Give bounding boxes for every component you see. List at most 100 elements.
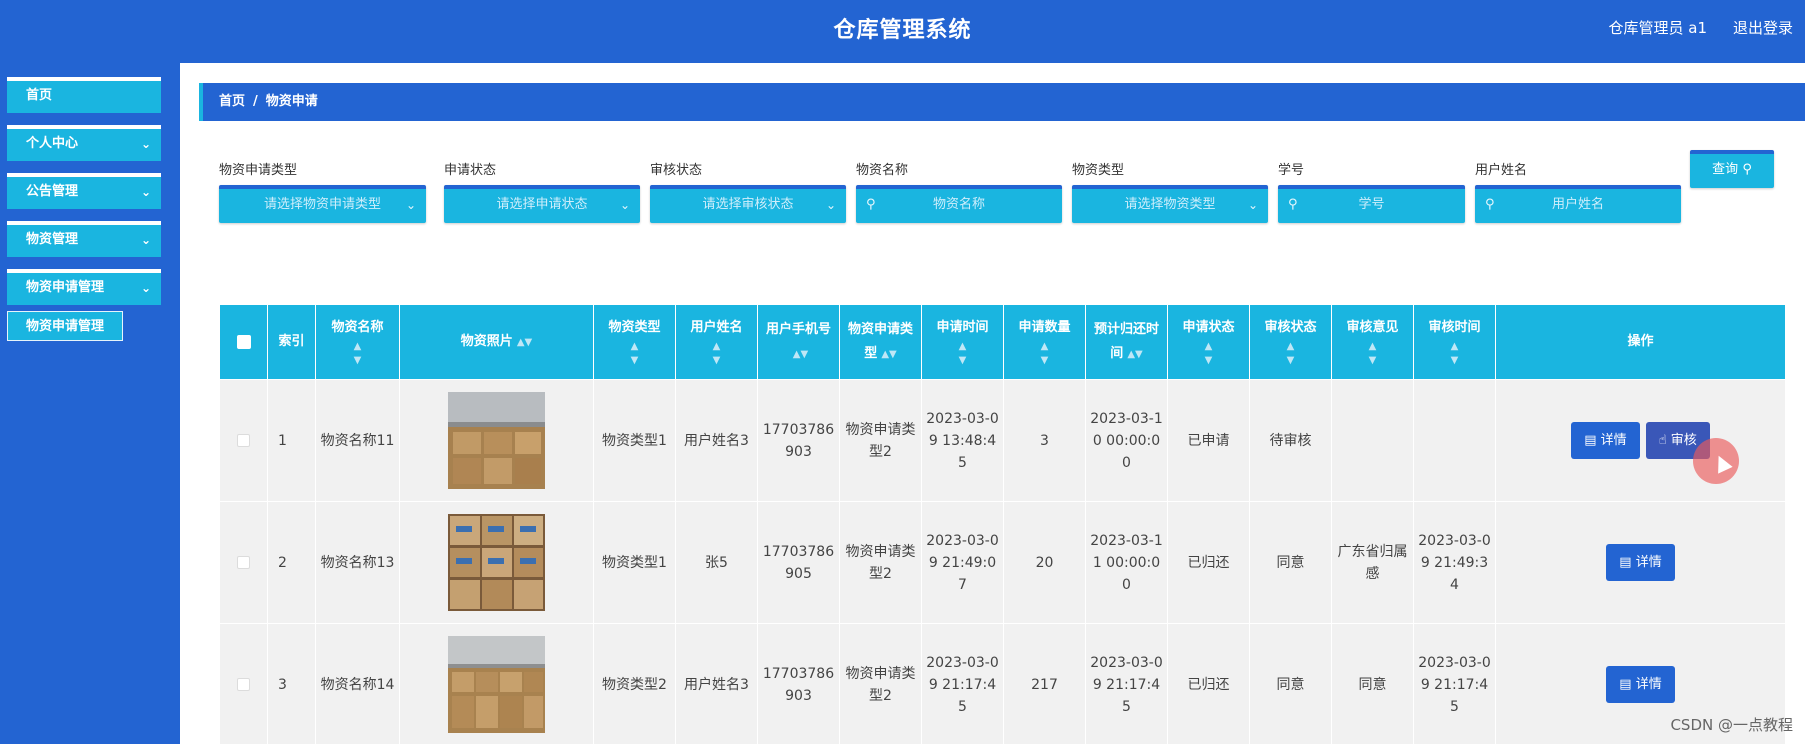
row-checkbox[interactable] <box>237 556 250 569</box>
column-header[interactable]: 审核意见 ▲ ▼ <box>1331 304 1414 380</box>
search-icon: ⚲ <box>1288 197 1298 212</box>
sort-icon[interactable]: ▲▼ <box>924 340 1001 368</box>
app-header: 仓库管理系统 仓库管理员 a1 退出登录 <box>0 0 1805 63</box>
detail-label: 详情 <box>1600 433 1627 448</box>
return-time-cell: 2023-03-09 21:17:45 <box>1085 623 1168 744</box>
apply-type-cell: 物资申请类型2 <box>839 623 922 744</box>
breadcrumb-current: 物资申请 <box>265 94 318 109</box>
detail-button[interactable]: ▤ 详情 <box>1571 422 1640 459</box>
row-checkbox[interactable] <box>237 678 250 691</box>
detail-label: 详情 <box>1635 555 1662 570</box>
sort-icon[interactable]: ▲▼ <box>318 340 397 368</box>
review-time-cell: 2023-03-09 21:17:45 <box>1413 623 1496 744</box>
chevron-down-icon: ⌄ <box>140 185 151 199</box>
detail-button[interactable]: ▤ 详情 <box>1606 666 1675 703</box>
quantity-cell: 3 <box>1003 379 1086 502</box>
sort-icon[interactable]: ▲▼ <box>517 337 532 348</box>
user-name-cell: 用户姓名3 <box>675 623 758 744</box>
review-label: 审核 <box>1670 433 1697 448</box>
submenu-item-material-apply[interactable]: 物资申请管理 <box>7 311 123 341</box>
column-label: 物资名称 <box>331 320 384 335</box>
column-header[interactable]: 用户姓名 ▲ ▼ <box>675 304 758 380</box>
column-header[interactable]: 申请状态 ▲ ▼ <box>1167 304 1250 380</box>
table-header-row: 索引 物资名称 ▲ ▼ 物资照片 ▲▼ 物资类型 ▲ ▼ 用户姓名 ▲ ▼ 用户手机号 ▲▼ 物… <box>219 304 1786 380</box>
sort-icon[interactable]: ▲▼ <box>678 340 755 368</box>
sort-icon[interactable]: ▲▼ <box>1416 340 1493 368</box>
search-icon: ⚲ <box>866 197 876 212</box>
sidebar-item-material[interactable]: 物资管理 ⌄ <box>7 221 161 257</box>
detail-button[interactable]: ▤ 详情 <box>1606 544 1675 581</box>
chevron-down-icon: ⌄ <box>1247 198 1258 212</box>
column-header[interactable]: 物资名称 ▲ ▼ <box>315 304 400 380</box>
sidebar-item-announcement[interactable]: 公告管理 ⌄ <box>7 173 161 209</box>
sort-icon[interactable]: ▲▼ <box>1127 349 1142 360</box>
sort-icon[interactable]: ▲▼ <box>1252 340 1329 368</box>
breadcrumb-separator: / <box>253 94 258 109</box>
row-checkbox[interactable] <box>237 434 250 447</box>
table-row: 1 物资名称11 物资类型1 用户姓名3 17703786903 物资申请类型2… <box>219 379 1786 502</box>
column-header[interactable]: 审核时间 ▲ ▼ <box>1413 304 1496 380</box>
column-header[interactable]: 审核状态 ▲ ▼ <box>1249 304 1332 380</box>
column-header[interactable]: 用户手机号 ▲▼ <box>757 304 840 380</box>
material-photo[interactable] <box>448 514 545 611</box>
query-button[interactable]: 查询 ⚲ <box>1690 150 1774 188</box>
column-label: 审核意见 <box>1346 320 1399 335</box>
index-cell: 2 <box>267 501 316 624</box>
phone-cell: 17703786905 <box>757 501 840 624</box>
material-photo[interactable] <box>448 636 545 733</box>
sort-icon[interactable]: ▲▼ <box>793 349 808 360</box>
index-cell: 3 <box>267 623 316 744</box>
column-header[interactable]: 预计归还时间 ▲▼ <box>1085 304 1168 380</box>
column-header: 操作 <box>1495 304 1786 380</box>
column-label: 申请数量 <box>1018 320 1071 335</box>
filter-material-name: 物资名称 ⚲ 物资名称 <box>856 159 1062 223</box>
review-opinion-cell: 同意 <box>1331 623 1414 744</box>
row-select-cell[interactable] <box>219 623 268 744</box>
apply-type-cell: 物资申请类型2 <box>839 379 922 502</box>
breadcrumb-home[interactable]: 首页 <box>219 94 245 109</box>
row-select-cell[interactable] <box>219 379 268 502</box>
filter-apply-status: 申请状态 请选择申请状态 ⌄ <box>444 159 640 223</box>
sidebar-item-personal-center[interactable]: 个人中心 ⌄ <box>7 125 161 161</box>
material-name-input[interactable]: ⚲ 物资名称 <box>856 185 1062 223</box>
student-id-input[interactable]: ⚲ 学号 <box>1278 185 1465 223</box>
apply-type-select[interactable]: 请选择物资申请类型 ⌄ <box>219 185 426 223</box>
sort-icon[interactable]: ▲▼ <box>1334 340 1411 368</box>
review-status-cell: 同意 <box>1249 501 1332 624</box>
column-header[interactable]: 申请数量 ▲ ▼ <box>1003 304 1086 380</box>
filter-label: 审核状态 <box>650 163 703 178</box>
apply-status-cell: 已申请 <box>1167 379 1250 502</box>
sidebar-item-home[interactable]: 首页 <box>7 77 161 113</box>
apply-time-cell: 2023-03-09 21:17:45 <box>921 623 1004 744</box>
app-title: 仓库管理系统 <box>833 18 972 43</box>
select-placeholder: 请选择物资申请类型 <box>263 197 381 212</box>
select-all-header[interactable] <box>219 304 268 380</box>
material-photo-cell <box>399 623 594 744</box>
select-placeholder: 请选择物资类型 <box>1124 197 1216 212</box>
material-photo[interactable] <box>448 392 545 489</box>
filter-label: 物资申请类型 <box>219 163 298 178</box>
column-header[interactable]: 物资申请类型 ▲▼ <box>839 304 922 380</box>
material-type-cell: 物资类型2 <box>593 623 676 744</box>
sort-icon[interactable]: ▲▼ <box>596 340 673 368</box>
chevron-down-icon: ⌄ <box>405 198 416 212</box>
sort-icon[interactable]: ▲▼ <box>1170 340 1247 368</box>
column-header[interactable]: 申请时间 ▲ ▼ <box>921 304 1004 380</box>
column-header[interactable]: 物资类型 ▲ ▼ <box>593 304 676 380</box>
user-name-cell: 张5 <box>675 501 758 624</box>
material-type-select[interactable]: 请选择物资类型 ⌄ <box>1072 185 1268 223</box>
apply-status-select[interactable]: 请选择申请状态 ⌄ <box>444 185 640 223</box>
sidebar-item-material-apply[interactable]: 物资申请管理 ⌄ <box>7 269 161 305</box>
user-name-input[interactable]: ⚲ 用户姓名 <box>1475 185 1681 223</box>
column-header[interactable]: 物资照片 ▲▼ <box>399 304 594 380</box>
review-status-cell: 待审核 <box>1249 379 1332 502</box>
review-status-select[interactable]: 请选择审核状态 ⌄ <box>650 185 846 223</box>
logout-link[interactable]: 退出登录 <box>1733 17 1793 38</box>
sort-icon[interactable]: ▲▼ <box>1006 340 1083 368</box>
quantity-cell: 20 <box>1003 501 1086 624</box>
table-row: 3 物资名称14 物资类型2 用户姓名3 17703786903 物资申请类型2… <box>219 623 1786 744</box>
select-all-checkbox[interactable] <box>236 334 251 349</box>
row-select-cell[interactable] <box>219 501 268 624</box>
sidebar-item-label: 首页 <box>26 88 53 103</box>
sort-icon[interactable]: ▲▼ <box>881 349 896 360</box>
